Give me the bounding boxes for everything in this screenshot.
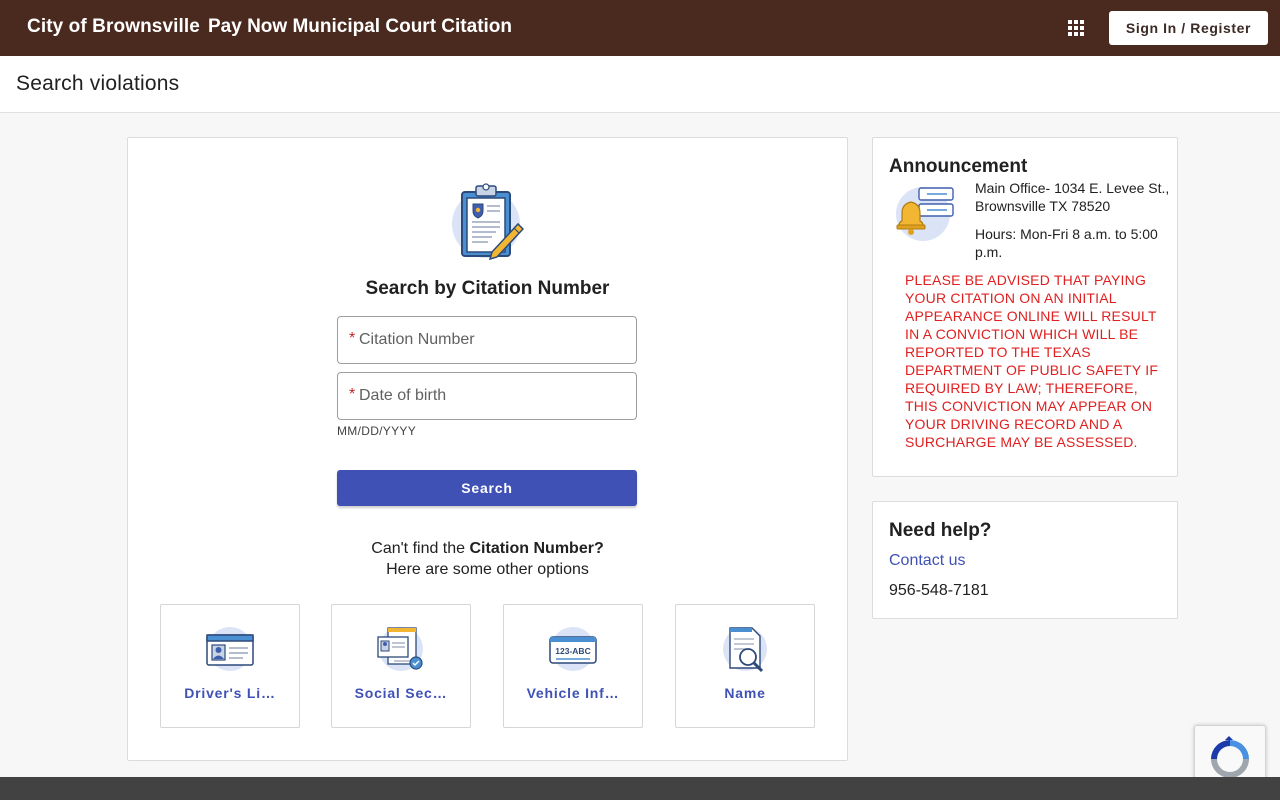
- drivers-license-icon: [206, 627, 254, 671]
- vehicle-plate-icon: 123-ABC: [549, 627, 597, 671]
- required-mark: *: [349, 386, 356, 403]
- search-title: Search by Citation Number: [365, 278, 610, 299]
- cant-find-bold: Citation Number?: [469, 540, 604, 557]
- citation-number-input[interactable]: [359, 318, 629, 362]
- page-title: Search violations: [16, 72, 180, 95]
- clipboard-icon: [452, 183, 524, 261]
- name-document-icon: [723, 627, 767, 673]
- required-mark: *: [349, 330, 356, 347]
- dob-format-hint: MM/DD/YYYY: [337, 424, 417, 438]
- option-label: Name: [724, 685, 766, 701]
- option-social-security[interactable]: Social Sec…: [331, 604, 471, 728]
- announcement-card: Announcement Main Office- 1034 E. Levee …: [872, 137, 1178, 477]
- recaptcha-icon: [1211, 736, 1249, 778]
- page-header: Search violations: [0, 56, 1280, 113]
- plate-text: 123-ABC: [555, 646, 590, 656]
- bell-announcement-icon: [896, 187, 954, 241]
- help-title: Need help?: [889, 520, 992, 541]
- other-options-text: Can't find the Citation Number? Here are…: [128, 538, 847, 580]
- apps-grid-icon[interactable]: [1066, 18, 1086, 38]
- option-label: Social Sec…: [354, 685, 448, 701]
- office-address: Main Office- 1034 E. Levee St., Brownsvi…: [975, 180, 1170, 214]
- date-of-birth-field[interactable]: *: [337, 372, 637, 420]
- page-footer: [0, 777, 1280, 800]
- contact-us-link[interactable]: Contact us: [889, 552, 965, 570]
- citation-number-field[interactable]: *: [337, 316, 637, 364]
- announcement-title: Announcement: [889, 156, 1028, 177]
- social-security-icon: [377, 627, 423, 671]
- cant-find-line2: Here are some other options: [386, 561, 589, 578]
- search-button[interactable]: Search: [337, 470, 637, 506]
- payment-warning: PLEASE BE ADVISED THAT PAYING YOUR CITAT…: [905, 272, 1159, 450]
- search-card: Search by Citation Number * * MM/DD/YYYY…: [127, 137, 848, 761]
- sign-in-register-button[interactable]: Sign In / Register: [1109, 11, 1268, 45]
- help-card: Need help? Contact us 956-548-7181: [872, 501, 1178, 619]
- office-hours: Hours: Mon-Fri 8 a.m. to 5:00 p.m.: [975, 226, 1158, 260]
- cant-find-prefix: Can't find the: [371, 540, 470, 557]
- option-name[interactable]: Name: [675, 604, 815, 728]
- option-label: Driver's Li…: [184, 685, 276, 701]
- option-vehicle-information[interactable]: 123-ABC Vehicle Inf…: [503, 604, 643, 728]
- top-app-bar: City of Brownsville Pay Now Municipal Co…: [0, 0, 1280, 56]
- help-phone: 956-548-7181: [889, 582, 989, 599]
- brand-name[interactable]: City of Brownsville: [27, 16, 200, 38]
- app-title: Pay Now Municipal Court Citation: [208, 16, 513, 37]
- option-drivers-license[interactable]: Driver's Li…: [160, 604, 300, 728]
- date-of-birth-input[interactable]: [359, 374, 629, 418]
- option-label: Vehicle Inf…: [526, 685, 620, 701]
